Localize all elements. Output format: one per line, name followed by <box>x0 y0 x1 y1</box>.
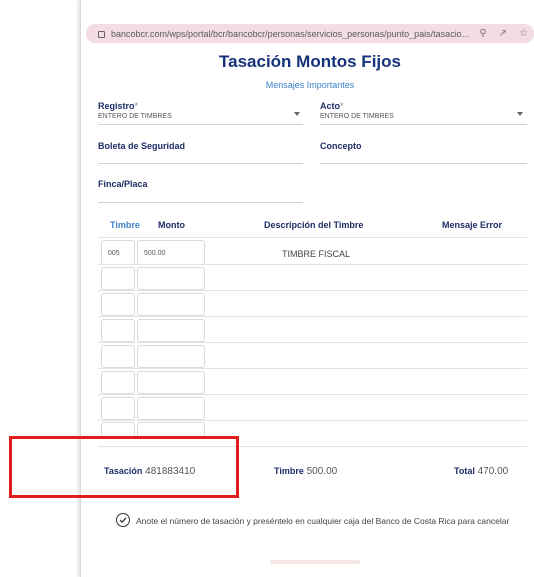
total-summary: Total 470.00 <box>454 466 508 477</box>
acto-label: Acto* <box>320 101 344 111</box>
registro-dropdown-icon[interactable] <box>294 112 300 116</box>
concepto-label: Concepto <box>320 141 362 151</box>
check-circle-icon <box>116 513 130 527</box>
important-messages-link[interactable]: Mensajes Importantes <box>160 80 460 90</box>
timbre-cell-7[interactable] <box>101 397 135 420</box>
concepto-input[interactable] <box>320 163 527 164</box>
monto-value: 500.00 <box>144 250 166 257</box>
timbre-total-value: 500.00 <box>306 466 338 477</box>
col-header-monto: Monto <box>158 220 185 230</box>
registro-select-value[interactable]: ENTERO DE TIMBRES <box>98 113 172 120</box>
instruction-note: Anote el número de tasación y preséntelo… <box>136 516 510 526</box>
monto-cell-7[interactable] <box>137 397 205 420</box>
registro-required-mark: * <box>134 101 139 111</box>
timbre-cell-4[interactable] <box>101 319 135 342</box>
address-bar[interactable]: bancobcr.com/wps/portal/bcr/bancobcr/per… <box>86 24 534 43</box>
lock-icon <box>98 31 105 38</box>
total-label: Total <box>454 466 475 476</box>
row-divider <box>98 342 527 343</box>
acto-select-value[interactable]: ENTERO DE TIMBRES <box>320 113 394 120</box>
bookmark-star-icon[interactable]: ☆ <box>519 28 528 39</box>
timbre-cell-1[interactable]: 005 <box>101 240 135 265</box>
col-header-timbre: Timbre <box>110 220 140 230</box>
finca-label: Finca/Placa <box>98 179 148 189</box>
col-header-mensaje-error: Mensaje Error <box>442 220 503 230</box>
timbre-cell-2[interactable] <box>101 267 135 290</box>
row-divider <box>98 368 527 369</box>
monto-cell-3[interactable] <box>137 293 205 316</box>
faint-footer-bar <box>270 560 360 564</box>
share-icon[interactable]: ↗ <box>499 28 507 39</box>
row-divider <box>98 316 527 317</box>
row-divider <box>98 290 527 291</box>
acto-required-mark: * <box>340 101 344 111</box>
monto-cell-6[interactable] <box>137 371 205 394</box>
monto-cell-2[interactable] <box>137 267 205 290</box>
timbre-cell-3[interactable] <box>101 293 135 316</box>
acto-dropdown-icon[interactable] <box>517 112 523 116</box>
url-text[interactable]: bancobcr.com/wps/portal/bcr/bancobcr/per… <box>111 29 473 39</box>
boleta-label: Boleta de Seguridad <box>98 141 186 151</box>
timbre-summary: Timbre 500.00 <box>274 466 337 477</box>
monto-cell-5[interactable] <box>137 345 205 368</box>
header-divider <box>98 237 527 238</box>
search-icon[interactable]: ⚲ <box>479 28 486 39</box>
page-title: Tasación Montos Fijos <box>219 52 401 71</box>
col-header-descripcion: Descripción del Timbre <box>264 220 364 230</box>
registro-label: Registro* <box>98 101 138 111</box>
timbre-value: 005 <box>108 250 120 257</box>
row-divider <box>98 264 527 265</box>
row-divider <box>98 394 527 395</box>
timbre-cell-5[interactable] <box>101 345 135 368</box>
acto-underline <box>320 124 527 125</box>
registro-label-text: Registro <box>98 101 135 111</box>
finca-input[interactable] <box>98 202 303 203</box>
descripcion-value: TIMBRE FISCAL <box>282 249 351 259</box>
monto-cell-4[interactable] <box>137 319 205 342</box>
monto-cell-1[interactable]: 500.00 <box>137 240 205 265</box>
boleta-input[interactable] <box>98 163 303 164</box>
registro-underline <box>98 124 303 125</box>
total-value: 470.00 <box>477 466 509 477</box>
highlight-box <box>9 436 239 498</box>
acto-label-text: Acto <box>320 101 340 111</box>
timbre-cell-6[interactable] <box>101 371 135 394</box>
timbre-total-label: Timbre <box>274 466 304 476</box>
row-divider <box>98 420 527 421</box>
